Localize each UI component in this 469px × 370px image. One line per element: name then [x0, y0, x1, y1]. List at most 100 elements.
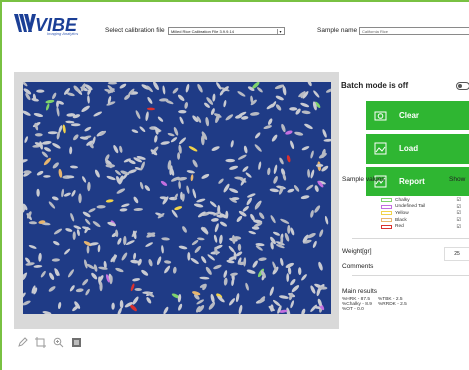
rice-grain [258, 296, 266, 304]
sample-values-legend: Chalky ☑ Undefined Tail ☑ Yellow ☑ Black ☑ R… [381, 197, 461, 230]
rice-grain [312, 240, 317, 248]
rice-grain [85, 288, 90, 296]
batch-mode-label: Batch mode is off [341, 81, 409, 90]
rice-grain [287, 224, 291, 234]
rice-grain [34, 133, 43, 137]
rice-grain [23, 82, 28, 87]
rice-grain [275, 104, 282, 111]
rice-grain [275, 95, 284, 101]
rice-grain [209, 201, 217, 208]
rice-grain [40, 270, 46, 278]
rice-grain [208, 302, 216, 310]
sample-name-input[interactable]: California Rice [359, 27, 469, 35]
rice-grain [304, 123, 313, 130]
rice-grain [237, 243, 242, 251]
rice-grain [310, 209, 314, 218]
rice-grain [213, 264, 222, 270]
show-checkbox[interactable]: ☑ [457, 197, 461, 203]
rice-grain [211, 146, 220, 151]
calibration-select[interactable]: Milled Rice Calibration File 3.9.9.14 ▾ [168, 27, 285, 35]
rice-grain [139, 126, 146, 133]
rice-grain [99, 281, 103, 292]
show-checkbox[interactable]: ☑ [457, 224, 461, 230]
rice-grain [106, 101, 116, 106]
rice-grain [258, 257, 267, 261]
show-checkbox[interactable]: ☑ [457, 210, 461, 216]
rice-grain [43, 175, 51, 178]
calibration-label: Select calibration file [105, 27, 165, 34]
rice-grain [223, 270, 228, 278]
rice-grain [131, 129, 139, 134]
rice-grain [177, 94, 185, 101]
rice-grain [223, 183, 230, 193]
rice-grain [121, 252, 128, 261]
rice-grain [197, 83, 203, 93]
zoom-icon[interactable] [52, 336, 65, 349]
rice-grain [116, 188, 126, 194]
rice-grain [93, 111, 103, 117]
rice-grain [140, 161, 145, 171]
image-toolbar [16, 336, 83, 349]
rice-grain [188, 146, 198, 152]
rice-grain [286, 155, 291, 163]
rice-grain [51, 258, 60, 262]
rice-grain [214, 223, 219, 233]
rice-grain [307, 82, 312, 87]
show-checkbox[interactable]: ☑ [457, 217, 461, 223]
rice-grain [196, 198, 206, 203]
rice-grain [48, 201, 56, 209]
rice-grain [229, 188, 239, 194]
rice-grain [293, 185, 300, 192]
rice-grain [119, 83, 127, 89]
rice-grain [57, 301, 62, 310]
rice-grain [186, 185, 190, 194]
rice-grain [64, 248, 71, 255]
pencil-icon[interactable] [16, 336, 29, 349]
chevron-down-icon[interactable]: ▾ [277, 29, 283, 34]
rice-grain [231, 197, 240, 201]
rice-grain [23, 170, 32, 174]
rice-grain [69, 146, 73, 155]
rice-grain [172, 266, 177, 274]
batch-mode-toggle[interactable] [456, 82, 469, 90]
rice-grain [278, 295, 289, 299]
rice-grain [43, 157, 51, 166]
clear-final[interactable]: Clear [366, 101, 469, 130]
rice-grain [212, 93, 216, 102]
rice-grain [49, 272, 55, 280]
rice-grain [196, 299, 205, 305]
show-checkbox[interactable]: ☑ [457, 204, 461, 210]
rice-grain [229, 165, 239, 170]
rice-grain [178, 109, 187, 114]
rice-grain [97, 244, 101, 253]
rice-grain [269, 188, 279, 193]
legend-item: Chalky ☑ [381, 197, 461, 204]
crop-icon[interactable] [34, 336, 47, 349]
rice-grain [243, 257, 247, 267]
rice-grain [146, 297, 152, 304]
rice-grain [178, 303, 183, 311]
rice-grain [133, 207, 143, 212]
load-btn-main[interactable]: Load [366, 134, 469, 163]
rice-grain [199, 276, 210, 280]
rice-grain [107, 82, 118, 85]
rice-grain [210, 293, 215, 304]
rice-grain [252, 260, 258, 268]
rice-grain [178, 245, 188, 250]
rice-grain [270, 215, 276, 224]
image-canvas[interactable] [14, 72, 339, 329]
report-label: Report [399, 177, 425, 186]
rice-grain [231, 235, 236, 244]
rice-grain [213, 234, 218, 243]
rice-grain [192, 188, 197, 199]
rice-grain [23, 110, 31, 116]
rice-grain [87, 95, 90, 104]
weight-input[interactable]: 25 [444, 247, 469, 261]
image-icon[interactable] [70, 336, 83, 349]
legend-item: Red ☑ [381, 223, 461, 230]
show-label: Show [449, 176, 466, 183]
rice-grain [43, 147, 52, 152]
rice-grain [197, 237, 205, 241]
rice-grain [28, 221, 37, 225]
rice-grain [147, 96, 153, 104]
